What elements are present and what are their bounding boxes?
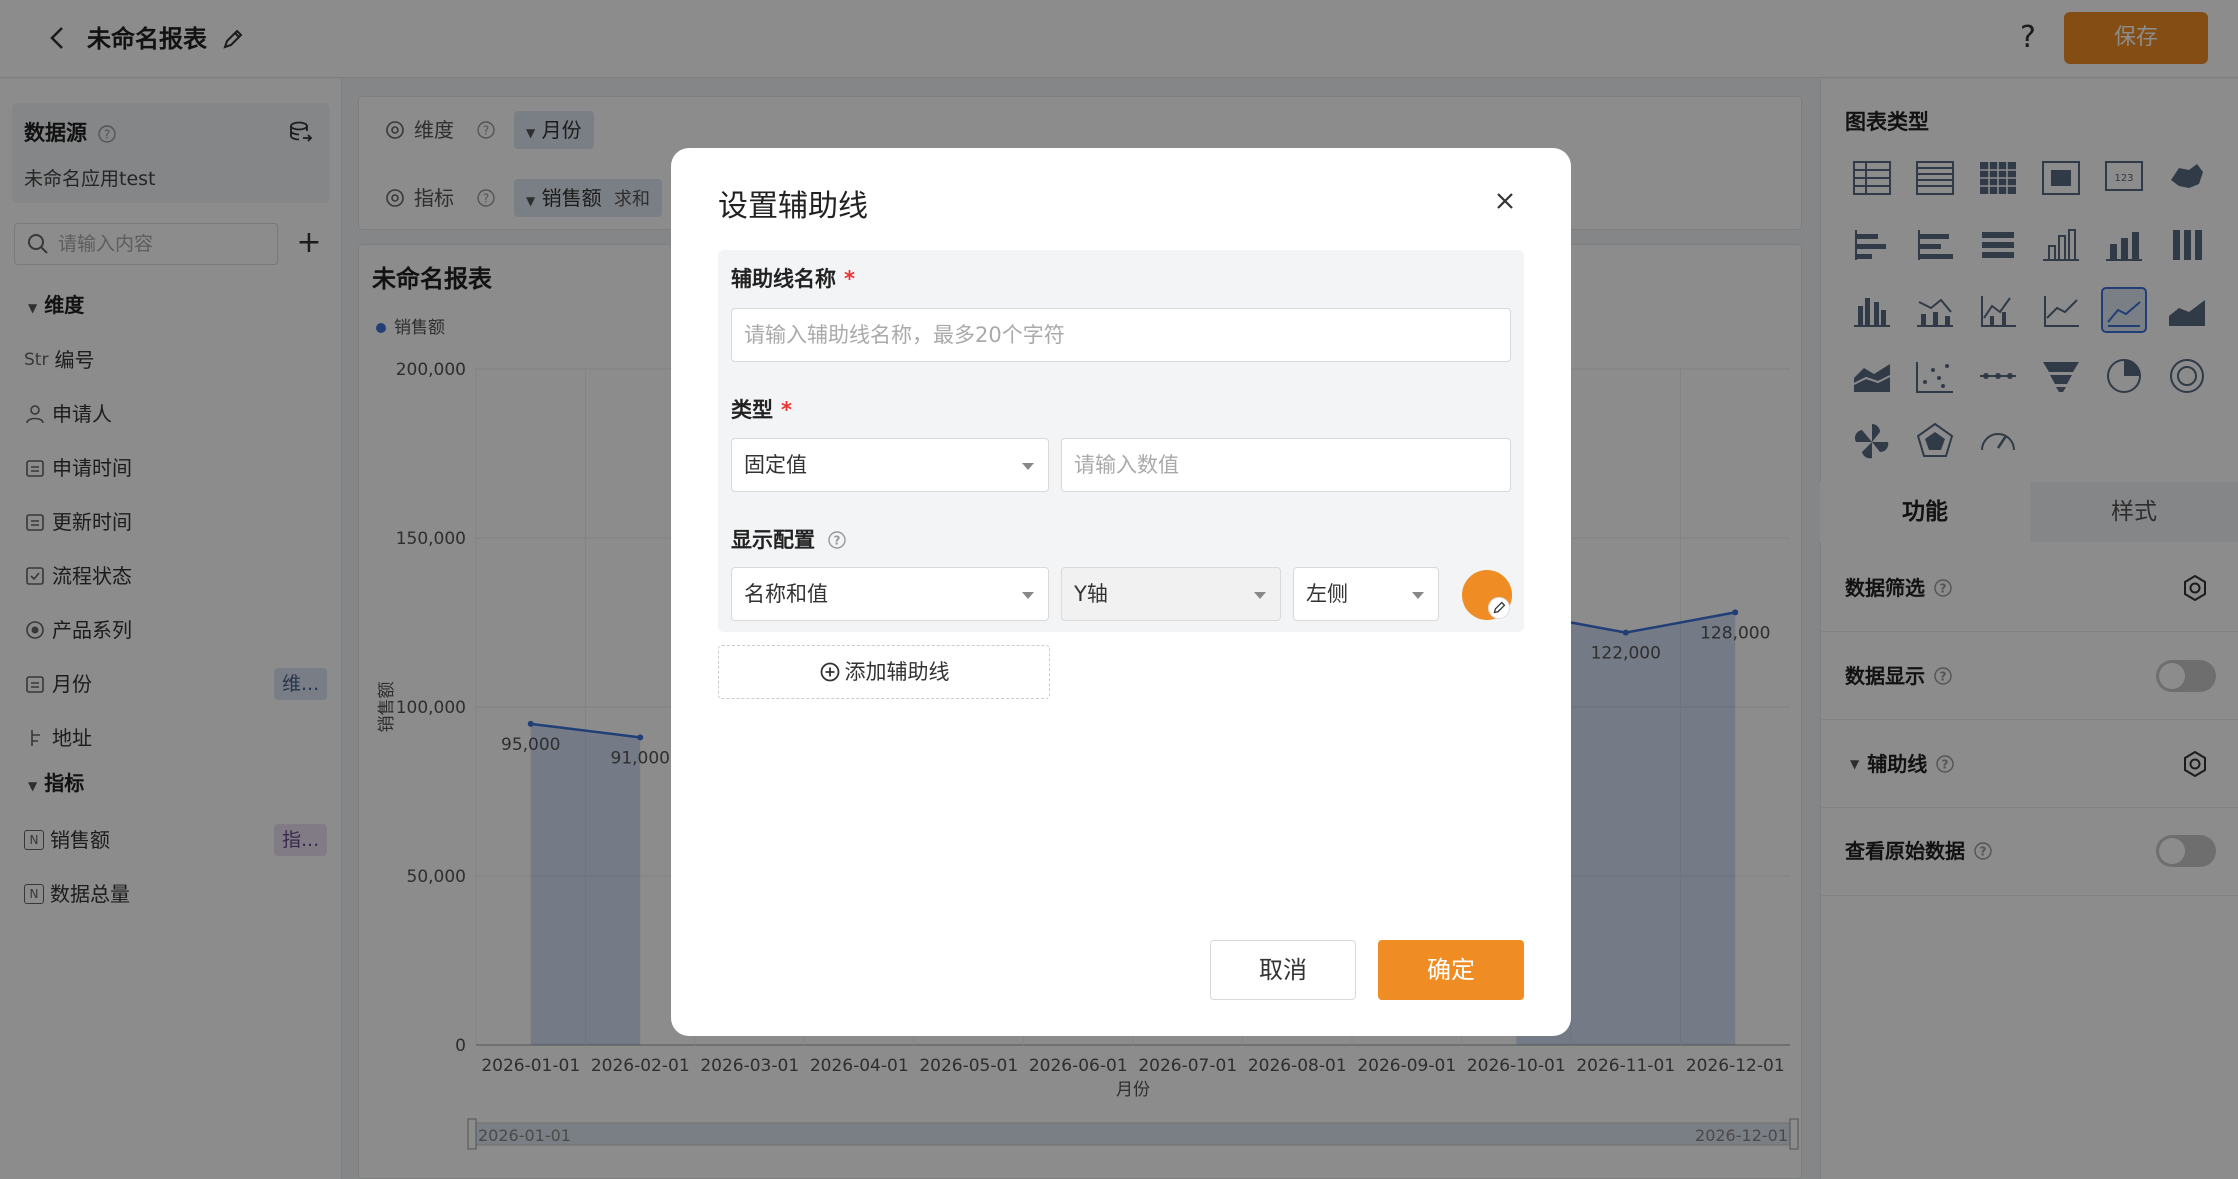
type-field-label: 类型 * xyxy=(731,395,792,425)
required-mark: * xyxy=(844,267,855,291)
question-circle-icon[interactable]: ? xyxy=(827,530,847,550)
label-text: 辅助线名称 xyxy=(731,267,836,291)
type-select[interactable]: 固定值 xyxy=(731,438,1049,492)
svg-text:?: ? xyxy=(834,534,841,548)
label-text: 类型 xyxy=(731,398,773,422)
add-aux-line-button[interactable]: 添加辅助线 xyxy=(718,645,1050,699)
button-label: 添加辅助线 xyxy=(844,660,950,684)
axis-select[interactable]: Y轴 xyxy=(1061,567,1281,621)
display-config-label: 显示配置 ? xyxy=(731,525,847,555)
close-icon[interactable] xyxy=(1490,186,1520,216)
label-text: 显示配置 xyxy=(731,528,815,552)
required-mark: * xyxy=(781,398,792,422)
dialog-title: 设置辅助线 xyxy=(718,189,868,224)
confirm-button[interactable]: 确定 xyxy=(1378,940,1524,1000)
fixed-value-input[interactable]: 请输入数值 xyxy=(1061,438,1511,492)
label-position-select[interactable]: 左侧 xyxy=(1293,567,1439,621)
cancel-button[interactable]: 取消 xyxy=(1210,940,1356,1000)
plus-circle-icon xyxy=(820,662,839,682)
aux-line-name-input[interactable]: 请输入辅助线名称，最多20个字符 xyxy=(731,308,1511,362)
display-content-select[interactable]: 名称和值 xyxy=(731,567,1049,621)
pencil-icon xyxy=(1488,597,1510,619)
name-field-label: 辅助线名称 * xyxy=(731,264,855,294)
